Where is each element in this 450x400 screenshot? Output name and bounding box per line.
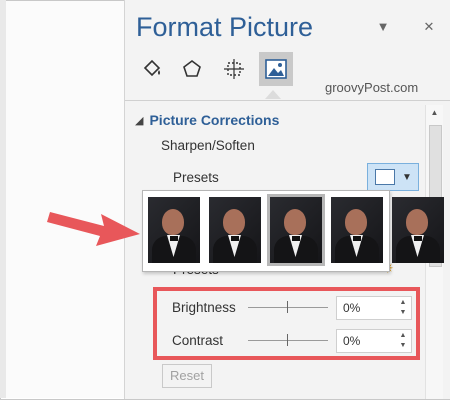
fill-line-tab[interactable] bbox=[135, 52, 169, 86]
tab-divider bbox=[125, 100, 450, 101]
reset-button[interactable]: Reset bbox=[162, 364, 212, 388]
collapse-caret-icon: ◢ bbox=[135, 114, 144, 127]
annotation-arrow-icon bbox=[47, 212, 140, 246]
preset-option-3-selected[interactable] bbox=[267, 194, 325, 266]
annotation-highlight-box bbox=[153, 287, 420, 360]
size-icon bbox=[224, 59, 244, 79]
scroll-up-icon[interactable]: ▲ bbox=[426, 105, 443, 121]
active-tab-pointer bbox=[265, 90, 281, 99]
sharpen-presets-gallery bbox=[142, 190, 444, 272]
photo-bowtie bbox=[170, 236, 178, 241]
window-edge bbox=[0, 0, 6, 398]
pane-title: Format Picture bbox=[136, 12, 314, 42]
photo-head bbox=[345, 209, 367, 235]
effects-tab[interactable] bbox=[175, 52, 209, 86]
size-properties-tab[interactable] bbox=[217, 52, 251, 86]
photo-bowtie bbox=[414, 236, 422, 241]
photo-bowtie bbox=[292, 236, 300, 241]
pentagon-icon bbox=[183, 60, 201, 77]
pane-options-dropdown-icon[interactable]: ▼ bbox=[372, 16, 394, 38]
section-header-picture-corrections[interactable]: ◢ Picture Corrections bbox=[135, 112, 279, 128]
photo-bowtie bbox=[353, 236, 361, 241]
photo-head bbox=[284, 209, 306, 235]
photo-head bbox=[223, 209, 245, 235]
preset-option-4[interactable] bbox=[331, 197, 383, 263]
chevron-down-icon: ▼ bbox=[402, 171, 412, 183]
photo-head bbox=[406, 209, 428, 235]
sharpen-presets-button[interactable]: ▼ bbox=[367, 163, 419, 191]
picture-icon bbox=[265, 59, 287, 79]
preset-option-5[interactable] bbox=[392, 197, 444, 263]
section-label: Picture Corrections bbox=[149, 112, 280, 128]
preset-option-2[interactable] bbox=[209, 197, 261, 263]
picture-tab[interactable] bbox=[259, 52, 293, 86]
preset-option-1[interactable] bbox=[148, 197, 200, 263]
photo-head bbox=[162, 209, 184, 235]
close-icon[interactable]: ✕ bbox=[418, 16, 440, 38]
watermark-text: groovyPost.com bbox=[325, 80, 419, 95]
fill-bucket-icon bbox=[143, 59, 161, 77]
sharpen-heading: Sharpen/Soften bbox=[161, 138, 255, 153]
preset-thumbnail-icon bbox=[375, 169, 395, 185]
photo-bowtie bbox=[231, 236, 239, 241]
sharpen-presets-label: Presets bbox=[173, 170, 219, 185]
